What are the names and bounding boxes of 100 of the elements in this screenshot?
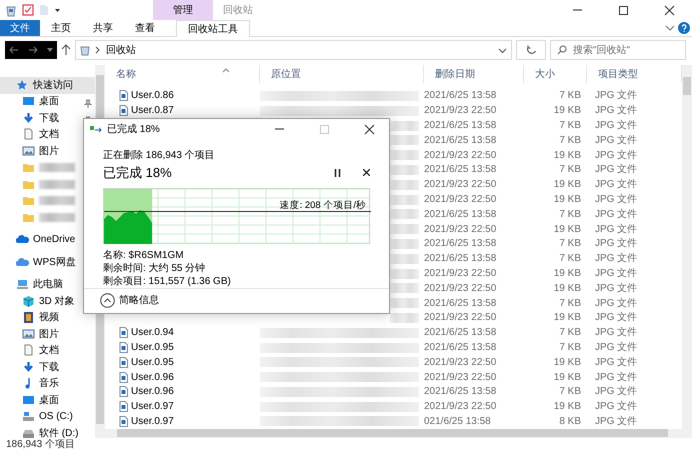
checkbox-icon[interactable] — [22, 4, 34, 16]
sidebar-item[interactable]: OS (C:) — [0, 408, 95, 425]
blurred-text — [390, 164, 419, 175]
size-cell-text: 7 KB — [558, 89, 582, 104]
column-header[interactable]: 名称 — [105, 65, 260, 84]
file-name[interactable]: User.0.97 — [131, 414, 174, 429]
size-cell-text: 7 KB — [558, 237, 582, 252]
sidebar-item[interactable]: 文档 — [0, 126, 95, 143]
blurred-text — [39, 196, 75, 206]
image-file-icon — [119, 327, 128, 338]
sidebar-item[interactable]: 音乐 — [0, 376, 95, 392]
size-cell-text: 19 KB — [552, 400, 582, 414]
ribbon-tab[interactable]: 主页 — [40, 20, 82, 36]
down-arrow-icon — [22, 360, 35, 374]
file-name[interactable]: User.0.86 — [131, 88, 174, 104]
help-icon[interactable] — [678, 22, 690, 34]
type-cell-text: JPG 文件 — [594, 118, 638, 134]
size-cell-text: 7 KB — [558, 119, 582, 134]
refresh-button[interactable] — [516, 40, 546, 60]
date-cell-text: 2021/6/25 13:58 — [424, 296, 498, 311]
blurred-text — [390, 268, 419, 279]
blurred-text — [390, 298, 419, 308]
scrollbar[interactable] — [682, 65, 692, 438]
sidebar-item[interactable]: 视频 — [0, 310, 95, 326]
ribbon-tab[interactable]: 共享 — [82, 20, 124, 36]
image-file-icon — [119, 105, 128, 116]
monitor-icon — [22, 394, 35, 407]
ribbon-tab[interactable]: 文件 — [0, 20, 40, 36]
sidebar-item[interactable]: 下载 — [0, 359, 95, 376]
file-name[interactable]: User.0.94 — [131, 325, 174, 340]
ribbon-tab[interactable]: 回收站工具 — [176, 20, 250, 37]
transfer-icon — [90, 125, 102, 134]
size-cell-text: 7 KB — [558, 208, 582, 222]
column-header[interactable]: 原位置 — [260, 65, 424, 84]
size-cell-text: 7 KB — [558, 163, 582, 178]
sidebar-item[interactable]: 文档 — [0, 342, 95, 359]
blurred-text — [390, 238, 419, 249]
type-cell-text: JPG 文件 — [594, 400, 638, 414]
file-name[interactable]: User.0.96 — [131, 370, 174, 385]
date-cell-text: 2021/6/25 13:58 — [424, 119, 498, 134]
file-name[interactable]: User.0.96 — [131, 384, 174, 400]
size-cell-text: 19 KB — [552, 282, 582, 296]
type-cell-text: JPG 文件 — [594, 310, 638, 326]
sidebar-item[interactable]: 桌面 — [0, 392, 95, 408]
date-cell-text: 2021/6/25 13:58 — [424, 237, 498, 252]
pause-icon[interactable] — [334, 168, 341, 177]
speed-graph — [104, 210, 152, 244]
recycle-bin-icon[interactable] — [5, 4, 17, 16]
close-icon[interactable] — [364, 124, 374, 135]
maximize-icon[interactable] — [618, 4, 628, 16]
refresh-icon — [526, 44, 536, 56]
contextual-group-label: 管理 — [153, 0, 213, 20]
back-icon[interactable] — [9, 46, 20, 54]
chevron-up-icon — [100, 293, 115, 308]
chevron-down-icon[interactable] — [498, 46, 507, 54]
size-cell-text: 7 KB — [558, 326, 582, 340]
file-name[interactable]: User.0.97 — [131, 399, 174, 414]
sidebar-item[interactable]: OneDrive — [0, 232, 95, 248]
file-name[interactable]: User.0.87 — [131, 103, 174, 118]
close-icon[interactable] — [664, 4, 674, 16]
image-file-icon — [119, 342, 128, 353]
sidebar-item[interactable]: 图片 — [0, 326, 95, 342]
image-file-icon — [119, 401, 128, 412]
type-cell-text: JPG 文件 — [594, 370, 638, 385]
date-cell-text: 2021/9/23 22:50 — [424, 178, 498, 192]
image-file-icon — [119, 416, 128, 427]
sidebar-item[interactable]: WPS网盘 — [0, 254, 95, 270]
close-icon[interactable] — [363, 169, 370, 176]
search-field[interactable]: 搜索"回收站" — [550, 40, 686, 60]
sort-caret-icon — [222, 68, 230, 73]
date-cell-text: 2021/6/25 13:58 — [424, 341, 498, 355]
up-arrow-icon[interactable] — [61, 44, 71, 56]
sidebar-item[interactable]: 图片 — [0, 143, 95, 160]
sidebar-item[interactable]: 快速访问 — [0, 77, 95, 94]
type-cell-text: JPG 文件 — [594, 162, 638, 178]
sidebar-item[interactable]: 桌面 — [0, 94, 95, 110]
blurred-text — [390, 194, 419, 205]
sidebar-item[interactable]: 软件 (D:) — [0, 425, 95, 438]
sidebar-item[interactable]: 此电脑 — [0, 276, 95, 293]
date-cell-text: 2021/9/23 22:50 — [424, 400, 498, 414]
blurred-text — [39, 212, 75, 222]
ribbon-tab[interactable]: 查看 — [124, 20, 166, 36]
details-toggle[interactable]: 简略信息 — [100, 293, 159, 308]
date-cell-text: 2021/6/25 13:58 — [424, 208, 498, 222]
type-cell-text: JPG 文件 — [594, 282, 638, 296]
pin-icon[interactable] — [84, 99, 92, 108]
star-icon — [16, 78, 29, 92]
size-cell-text: 7 KB — [558, 385, 582, 400]
file-name[interactable]: User.0.95 — [131, 340, 174, 355]
address-field[interactable]: 回收站 — [75, 40, 512, 60]
image-file-icon — [119, 90, 128, 102]
column-header[interactable]: 大小 — [524, 65, 587, 84]
size-cell-text: 8 KB — [558, 414, 582, 429]
blurred-text — [390, 135, 419, 146]
file-name[interactable]: User.0.95 — [131, 354, 174, 370]
forward-icon[interactable] — [28, 46, 38, 54]
sidebar-item[interactable]: 3D 对象 — [0, 293, 95, 310]
chevron-down-icon[interactable] — [665, 23, 675, 33]
column-header[interactable]: 删除日期 — [424, 65, 524, 84]
type-cell-text: JPG 文件 — [594, 356, 638, 370]
